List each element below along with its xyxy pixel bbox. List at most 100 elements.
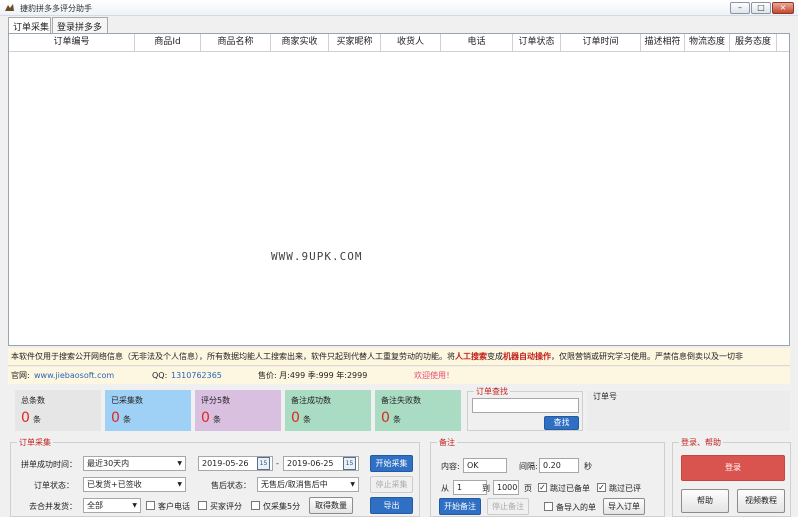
calendar-icon[interactable]: 15 — [257, 457, 270, 470]
tab-order-collect[interactable]: 订单采集 — [8, 17, 51, 34]
stat-collected-label: 已采集数 — [111, 396, 143, 405]
stop-remark-button[interactable]: 停止备注 — [487, 498, 529, 515]
start-remark-button[interactable]: 开始备注 — [439, 498, 481, 515]
interval-input[interactable]: 0.20 — [539, 458, 579, 473]
calendar-icon[interactable]: 15 — [343, 457, 356, 470]
chevron-down-icon: ▼ — [132, 502, 137, 509]
collect-group: 订单采集 拼单成功时间： 最近30天内 ▼ 2019-05-26 15 - 201… — [10, 437, 420, 517]
col-order-status[interactable]: 订单状态 — [513, 34, 561, 52]
stat-collected-value: 0 — [111, 410, 120, 426]
col-order-no[interactable]: 订单编号 — [9, 34, 135, 52]
maximize-button[interactable]: □ — [751, 2, 771, 14]
col-desc-match[interactable]: 描述相符 — [641, 34, 685, 52]
welcome-text: 欢迎使用！ — [414, 371, 454, 380]
stat-remark-fail-label: 备注失败数 — [381, 396, 421, 405]
tab-login-pdd[interactable]: 登录拼多多 — [52, 17, 108, 33]
col-buyer-nick[interactable]: 买家昵称 — [329, 34, 381, 52]
stat-remark-success: 备注成功数 0 条 — [285, 390, 371, 431]
notice-highlight-manual: 人工搜索 — [455, 352, 487, 361]
col-phone[interactable]: 电话 — [441, 34, 513, 52]
col-service[interactable]: 服务态度 — [730, 34, 777, 52]
import-orders-button[interactable]: 导入订单 — [603, 498, 645, 515]
stat-rating5: 评分5数 0 条 — [195, 390, 281, 431]
order-lookup-input[interactable] — [472, 398, 579, 413]
from-page-value: 1 — [457, 483, 463, 492]
success-time-label: 拼单成功时间： — [21, 460, 77, 469]
stat-remark-fail-value: 0 — [381, 410, 390, 426]
help-button[interactable]: 帮助 — [681, 489, 729, 513]
login-help-group: 登录、帮助 登录 帮助 视频教程 — [672, 437, 791, 517]
interval-label: 间隔: — [519, 462, 538, 471]
watermark: WWW.9UPK.COM — [271, 250, 363, 263]
customer-phone-checkbox[interactable] — [146, 501, 155, 510]
stat-remark-fail: 备注失败数 0 条 — [375, 390, 461, 431]
login-help-title: 登录、帮助 — [679, 437, 723, 448]
stat-total-label: 总条数 — [21, 396, 45, 405]
stat-rating5-value: 0 — [201, 410, 210, 426]
order-lookup-title: 订单查找 — [474, 386, 510, 397]
site-label: 官网: — [11, 371, 30, 380]
notice-highlight-auto: 机器自动操作 — [503, 352, 551, 361]
info-bar: 官网: www.jiebaosoft.com QQ: 1310762365 售价… — [8, 367, 790, 384]
col-goods-name[interactable]: 商品名称 — [201, 34, 271, 52]
site-link[interactable]: www.jiebaosoft.com — [34, 367, 114, 384]
skip-remarked-checkbox[interactable]: ✓ — [538, 483, 547, 492]
order-status-label: 订单状态： — [34, 481, 74, 490]
stat-rating5-unit: 条 — [213, 415, 221, 424]
remark-imported-checkbox[interactable] — [544, 502, 553, 511]
start-collect-button[interactable]: 开始采集 — [370, 455, 413, 472]
stat-remark-success-value: 0 — [291, 410, 300, 426]
video-tutorial-button[interactable]: 视频教程 — [737, 489, 785, 513]
skip-rated-checkbox[interactable]: ✓ — [597, 483, 606, 492]
buyer-rating-checkbox[interactable] — [198, 501, 207, 510]
price-text: 售价: 月:499 季:999 年:2999 — [258, 371, 368, 380]
from-label: 从 — [441, 484, 449, 493]
col-receiver[interactable]: 收货人 — [381, 34, 441, 52]
stat-total-value: 0 — [21, 410, 30, 426]
order-table[interactable]: 订单编号 商品Id 商品名称 商家实收 买家昵称 收货人 电话 订单状态 订单时… — [8, 33, 790, 346]
notice-bar: 本软件仅用于搜索公开网络信息（无非法及个人信息），所有数据均能人工搜索出来，软件… — [8, 348, 790, 366]
order-no-label: 订单号 — [593, 392, 617, 401]
col-order-time[interactable]: 订单时间 — [561, 34, 641, 52]
date-separator: - — [276, 459, 279, 468]
customer-phone-label: 客户电话 — [158, 502, 190, 511]
stat-collected: 已采集数 0 条 — [105, 390, 191, 431]
notice-text-3: ，仅限营销或研究学习使用。严禁信息倒卖以及一切非 — [551, 352, 743, 361]
remark-imported-label: 备导入的单 — [556, 503, 596, 512]
stat-total: 总条数 0 条 — [15, 390, 101, 431]
export-button[interactable]: 导出 — [370, 497, 413, 514]
stat-remark-success-label: 备注成功数 — [291, 396, 331, 405]
qq-number: 1310762365 — [171, 371, 222, 380]
notice-text: 本软件仅用于搜索公开网络信息（无非法及个人信息），所有数据均能人工搜索出来，软件… — [11, 352, 455, 361]
stat-remark-fail-unit: 条 — [393, 415, 401, 424]
login-button[interactable]: 登录 — [681, 455, 785, 481]
close-button[interactable]: × — [772, 2, 794, 14]
after-sale-select[interactable]: 无售后/取消售后中 ▼ — [257, 477, 359, 492]
stop-collect-button[interactable]: 停止采集 — [370, 476, 413, 493]
order-lookup-group: 订单查找 查找 — [467, 386, 583, 431]
success-time-select[interactable]: 最近30天内 ▼ — [83, 456, 186, 471]
skip-remarked-label: 跳过已备单 — [550, 484, 590, 493]
stat-rating5-label: 评分5数 — [201, 396, 231, 405]
merge-ship-label: 去合并发货： — [29, 502, 77, 511]
col-merchant-received[interactable]: 商家实收 — [271, 34, 329, 52]
remark-content-label: 内容: — [441, 462, 460, 471]
order-status-value: 已发货+已签收 — [87, 480, 142, 489]
merge-ship-select[interactable]: 全部 ▼ — [83, 498, 141, 513]
minimize-button[interactable]: – — [730, 2, 750, 14]
window-title: 捷豹拼多多评分助手 — [20, 4, 92, 13]
collect-title: 订单采集 — [17, 437, 53, 448]
order-status-select[interactable]: 已发货+已签收 ▼ — [83, 477, 186, 492]
only-five-checkbox[interactable] — [251, 501, 260, 510]
col-goods-id[interactable]: 商品Id — [135, 34, 201, 52]
only-five-label: 仅采集5分 — [263, 502, 301, 511]
order-lookup-button[interactable]: 查找 — [544, 416, 579, 430]
to-page-input[interactable]: 10000 — [493, 480, 519, 495]
remark-content-input[interactable]: OK — [463, 458, 507, 473]
stat-remark-success-unit: 条 — [303, 415, 311, 424]
app-logo-icon — [5, 4, 14, 11]
col-logistics[interactable]: 物流态度 — [685, 34, 730, 52]
interval-value: 0.20 — [543, 461, 561, 470]
merge-ship-value: 全部 — [87, 501, 103, 510]
fetch-count-button[interactable]: 取得数量 — [309, 497, 353, 514]
